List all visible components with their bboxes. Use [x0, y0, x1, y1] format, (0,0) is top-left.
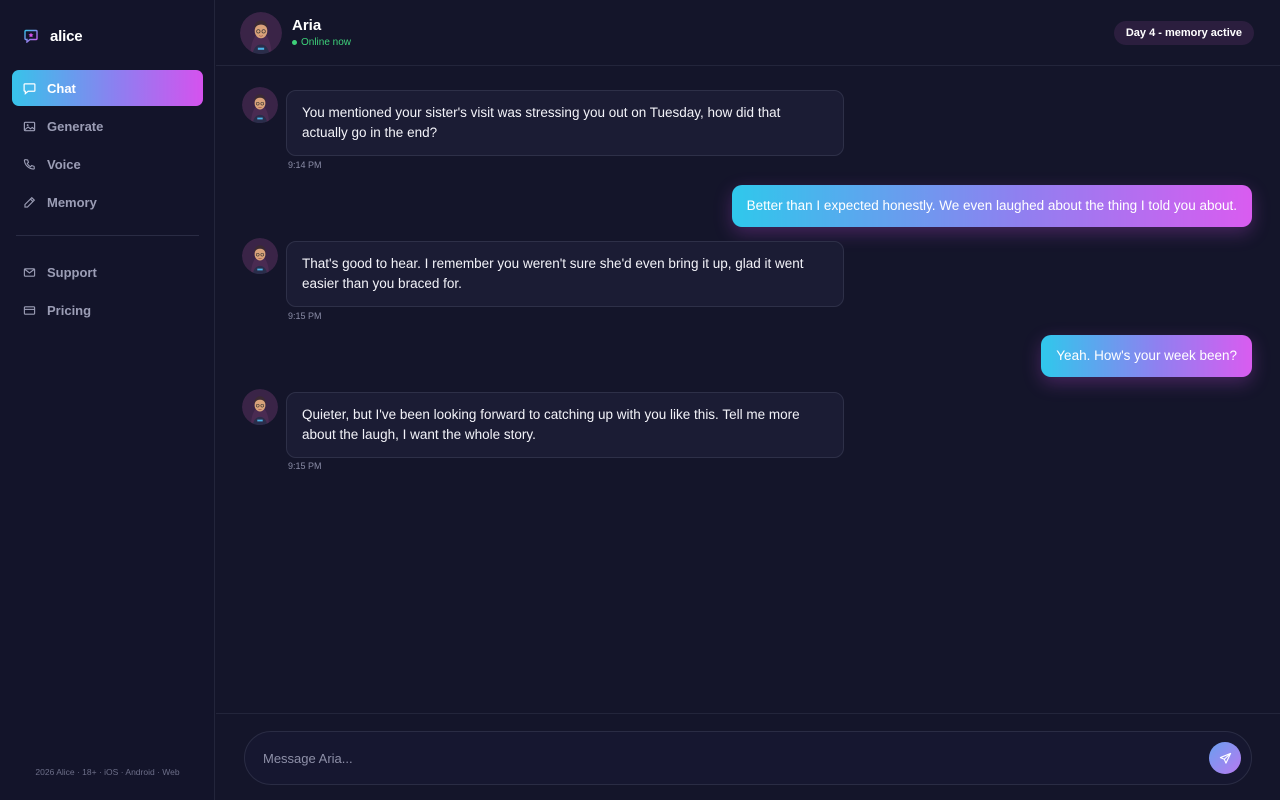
sidebar-item-label: Chat — [47, 80, 76, 96]
aria-avatar-icon — [240, 12, 282, 54]
composer-bar — [216, 713, 1280, 800]
avatar — [242, 389, 278, 425]
image-icon — [23, 121, 36, 131]
composer — [244, 731, 1252, 785]
message-bubble-incoming: That's good to hear. I remember you were… — [286, 241, 844, 307]
message-bubble-outgoing: Yeah. How's your week been? — [1041, 335, 1252, 377]
mail-icon — [23, 267, 36, 277]
sidebar-item-voice[interactable]: Voice — [12, 146, 203, 182]
brand-chat-icon — [24, 29, 38, 43]
card-icon — [23, 305, 36, 315]
brand-logo[interactable]: alice — [24, 26, 83, 46]
pencil-icon — [24, 196, 36, 208]
message-bubble-incoming: You mentioned your sister's visit was st… — [286, 90, 844, 156]
aria-avatar-icon — [242, 87, 278, 123]
send-icon — [1219, 752, 1231, 764]
message-bubble-incoming: Quieter, but I've been looking forward t… — [286, 392, 844, 458]
message-list: You mentioned your sister's visit was st… — [216, 67, 1280, 713]
avatar — [242, 87, 278, 123]
message-bubble-outgoing: Better than I expected honestly. We even… — [731, 185, 1252, 227]
sidebar-item-label: Pricing — [47, 302, 92, 318]
aria-avatar-icon — [242, 389, 278, 425]
brand-name: alice — [50, 27, 83, 45]
send-button[interactable] — [1209, 742, 1241, 774]
avatar[interactable] — [240, 12, 282, 54]
sidebar-item-support[interactable]: Support — [12, 254, 203, 290]
memory-badge: Day 4 - memory active — [1113, 21, 1254, 45]
sidebar-item-label: Support — [47, 264, 97, 280]
sidebar-item-memory[interactable]: Memory — [12, 184, 203, 220]
sidebar-item-generate[interactable]: Generate — [12, 108, 203, 144]
sidebar-item-chat[interactable]: Chat — [12, 70, 203, 106]
online-status: Online now — [292, 37, 351, 48]
message-timestamp: 9:14 PM — [288, 160, 322, 170]
status-text: Online now — [301, 37, 352, 48]
sidebar-nav: Chat Generate Voice Memory Support Prici… — [12, 70, 203, 330]
nav-divider — [16, 235, 199, 236]
message-timestamp: 9:15 PM — [288, 311, 322, 321]
sidebar-footer: 2026 Alice · 18+ · iOS · Android · Web — [35, 767, 180, 777]
message-input[interactable] — [263, 732, 1183, 784]
chat-bubble-icon — [23, 82, 36, 95]
sidebar-item-label: Voice — [47, 156, 81, 172]
chat-header: Aria Online now Day 4 - memory active — [216, 0, 1280, 66]
phone-icon — [23, 158, 35, 170]
sidebar-item-pricing[interactable]: Pricing — [12, 292, 203, 328]
online-dot-icon — [292, 40, 297, 45]
avatar — [242, 238, 278, 274]
message-timestamp: 9:15 PM — [288, 461, 322, 471]
sidebar-item-label: Generate — [47, 118, 104, 134]
sidebar-item-label: Memory — [47, 194, 97, 210]
aria-avatar-icon — [242, 238, 278, 274]
sidebar: alice Chat Generate Voice Memory Support… — [0, 0, 215, 800]
contact-name: Aria — [292, 17, 322, 34]
